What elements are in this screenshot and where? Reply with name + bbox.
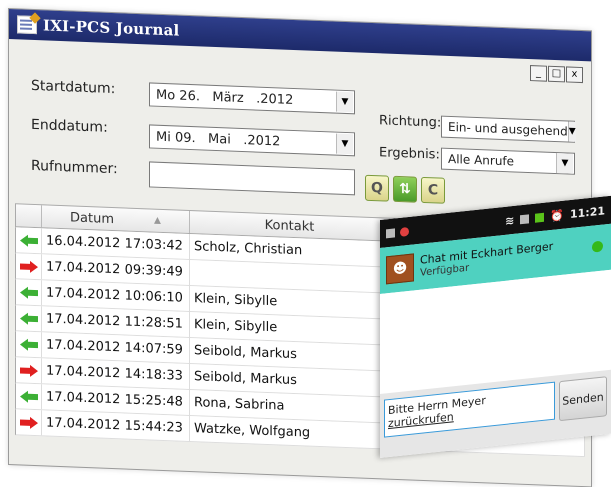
location-icon — [400, 226, 409, 237]
header-contact-label: Kontakt — [264, 217, 315, 235]
phone-number-label: Rufnummer: — [31, 157, 118, 178]
home-icon — [386, 227, 395, 238]
end-date-label: Enddatum: — [31, 116, 108, 136]
clear-button[interactable]: C — [421, 176, 445, 204]
direction-cell — [16, 279, 42, 306]
incoming-call-icon — [20, 390, 38, 403]
direction-cell — [16, 383, 42, 410]
clear-icon: C — [427, 182, 439, 199]
battery-icon — [535, 212, 545, 223]
phone-chat-screen: ≋ ⏰ 11:21 ☻ Chat mit Eckhart Berger Verf… — [380, 195, 611, 458]
direction-cell — [16, 357, 42, 384]
filter-form: _ □ x Startdatum: Mo 26. März .2012 ▼ En… — [9, 39, 591, 223]
refresh-icon: ⇅ — [399, 181, 411, 198]
sort-asc-icon: ▲ — [154, 215, 161, 226]
minimize-button[interactable]: _ — [530, 65, 547, 82]
direction-select[interactable]: Ein- und ausgehend ▼ — [441, 115, 576, 143]
chat-title-block: Chat mit Eckhart Berger Verfügbar — [420, 240, 553, 280]
online-status-icon — [592, 240, 603, 253]
incoming-call-icon — [20, 312, 38, 325]
direction-cell — [16, 305, 42, 332]
incoming-call-icon — [20, 234, 38, 247]
incoming-call-icon — [20, 286, 38, 299]
outgoing-call-icon — [20, 416, 38, 429]
date-cell: 17.04.2012 15:44:23 — [42, 410, 190, 441]
direction-cell — [16, 253, 42, 280]
status-time: 11:21 — [569, 203, 605, 221]
refresh-button[interactable]: ⇅ — [393, 175, 417, 203]
notification-icons — [380, 226, 409, 238]
chevron-down-icon[interactable]: ▼ — [567, 121, 576, 142]
chevron-down-icon[interactable]: ▼ — [336, 133, 353, 155]
wifi-icon: ≋ — [505, 213, 515, 228]
start-date-picker[interactable]: Mo 26. März .2012 ▼ — [149, 82, 355, 115]
search-icon: Q — [371, 179, 383, 197]
chevron-down-icon[interactable]: ▼ — [336, 91, 353, 113]
send-button[interactable]: Senden — [559, 376, 607, 422]
close-button[interactable]: x — [566, 66, 583, 84]
incoming-call-icon — [20, 338, 38, 351]
journal-app-icon — [17, 15, 37, 35]
phone-number-input[interactable] — [149, 161, 355, 196]
direction-cell — [16, 331, 42, 358]
direction-value: Ein- und ausgehend — [448, 119, 568, 139]
maximize-button[interactable]: □ — [548, 65, 565, 83]
signal-icon — [520, 213, 530, 224]
message-input[interactable]: Bitte Herrn Meyer zurückrufen — [384, 381, 555, 438]
outgoing-call-icon — [20, 364, 38, 377]
result-label: Ergebnis: — [379, 145, 440, 163]
end-date-value: Mi 09. Mai .2012 — [156, 129, 281, 149]
header-direction[interactable] — [16, 204, 42, 228]
search-button[interactable]: Q — [365, 174, 389, 202]
direction-cell — [16, 227, 42, 254]
window-controls: _ □ x — [530, 65, 583, 84]
result-value: Alle Anrufe — [448, 151, 515, 169]
header-date-label: Datum — [70, 209, 115, 227]
start-date-label: Startdatum: — [31, 77, 116, 98]
avatar: ☻ — [386, 253, 414, 285]
chevron-down-icon[interactable]: ▼ — [556, 153, 573, 174]
end-date-picker[interactable]: Mi 09. Mai .2012 ▼ — [149, 124, 355, 157]
alarm-icon: ⏰ — [550, 208, 564, 223]
window-title: IXI-PCS Journal — [43, 16, 180, 40]
direction-cell — [16, 409, 42, 436]
direction-label: Richtung: — [379, 113, 442, 131]
outgoing-call-icon — [20, 260, 38, 273]
start-date-value: Mo 26. März .2012 — [156, 87, 294, 108]
result-select[interactable]: Alle Anrufe ▼ — [441, 147, 575, 175]
